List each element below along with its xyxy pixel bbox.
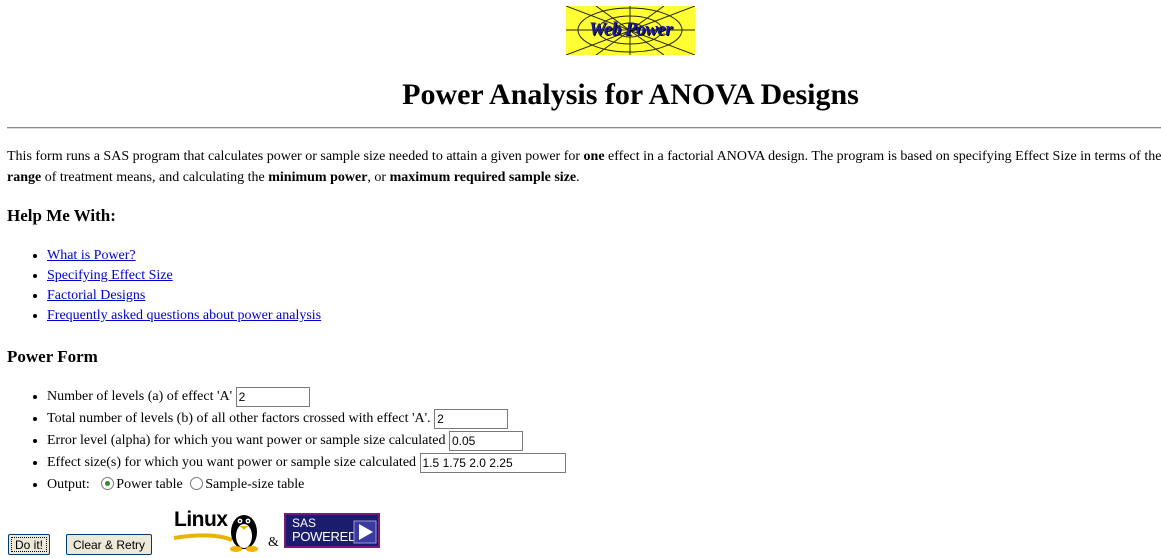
form-row-alpha: Error level (alpha) for which you want p… (47, 430, 566, 452)
ampersand: & (268, 535, 279, 550)
intro-line-1: This form runs a SAS program that calcul… (7, 149, 1161, 164)
form-row-output: Output: Power table Sample-size table (47, 474, 566, 496)
levels-b-input[interactable] (434, 408, 509, 429)
do-it-button[interactable]: Do it! (8, 534, 51, 555)
effect-size-label: Effect size(s) for which you want power … (47, 455, 417, 470)
link-faq-power-analysis[interactable]: Frequently asked questions about power a… (47, 308, 321, 323)
linux-badge: Linux (172, 508, 264, 552)
list-item: Specifying Effect Size (47, 266, 321, 286)
list-item: Frequently asked questions about power a… (47, 306, 321, 326)
effect-size-input[interactable] (419, 452, 566, 473)
radio-power-table-label: Power table (116, 477, 183, 492)
form-row-effect-size: Effect size(s) for which you want power … (47, 452, 566, 474)
power-form-list: Number of levels (a) of effect 'A' Total… (7, 386, 566, 496)
web-power-logo: Web Power (566, 6, 695, 55)
help-links-list: What is Power? Specifying Effect Size Fa… (7, 246, 321, 326)
clear-retry-button[interactable]: Clear & Retry (66, 534, 153, 555)
horizontal-divider (7, 127, 1161, 129)
link-specifying-effect-size[interactable]: Specifying Effect Size (47, 268, 173, 283)
link-factorial-designs[interactable]: Factorial Designs (47, 288, 145, 303)
radio-power-table[interactable] (101, 477, 115, 491)
form-row-levels-a: Number of levels (a) of effect 'A' (47, 386, 566, 408)
alpha-label: Error level (alpha) for which you want p… (47, 433, 446, 448)
logo-text: Web Power (588, 19, 673, 40)
levels-a-input[interactable] (235, 386, 310, 407)
levels-a-label: Number of levels (a) of effect 'A' (47, 389, 233, 404)
link-what-is-power[interactable]: What is Power? (47, 248, 136, 263)
levels-b-label: Total number of levels (b) of all other … (47, 411, 431, 426)
output-label: Output: (47, 477, 90, 492)
intro-line-2: range of treatment means, and calculatin… (7, 170, 580, 185)
alpha-input[interactable] (448, 430, 523, 451)
sas-powered-badge: SAS POWERED (284, 513, 380, 548)
page-title: Power Analysis for ANOVA Designs (402, 78, 859, 111)
logo-box: Web Power (566, 6, 695, 55)
intro-text: This form runs a SAS program that calcul… (7, 146, 1161, 188)
radio-sample-size-table[interactable] (190, 477, 204, 491)
list-item: Factorial Designs (47, 286, 321, 306)
power-form-heading: Power Form (7, 347, 98, 366)
play-arrow-icon (353, 520, 377, 544)
tux-penguin-icon (173, 515, 258, 552)
help-heading: Help Me With: (7, 206, 116, 225)
list-item: What is Power? (47, 246, 321, 266)
radio-sample-size-table-label: Sample-size table (205, 477, 305, 492)
form-row-levels-b: Total number of levels (b) of all other … (47, 408, 566, 430)
